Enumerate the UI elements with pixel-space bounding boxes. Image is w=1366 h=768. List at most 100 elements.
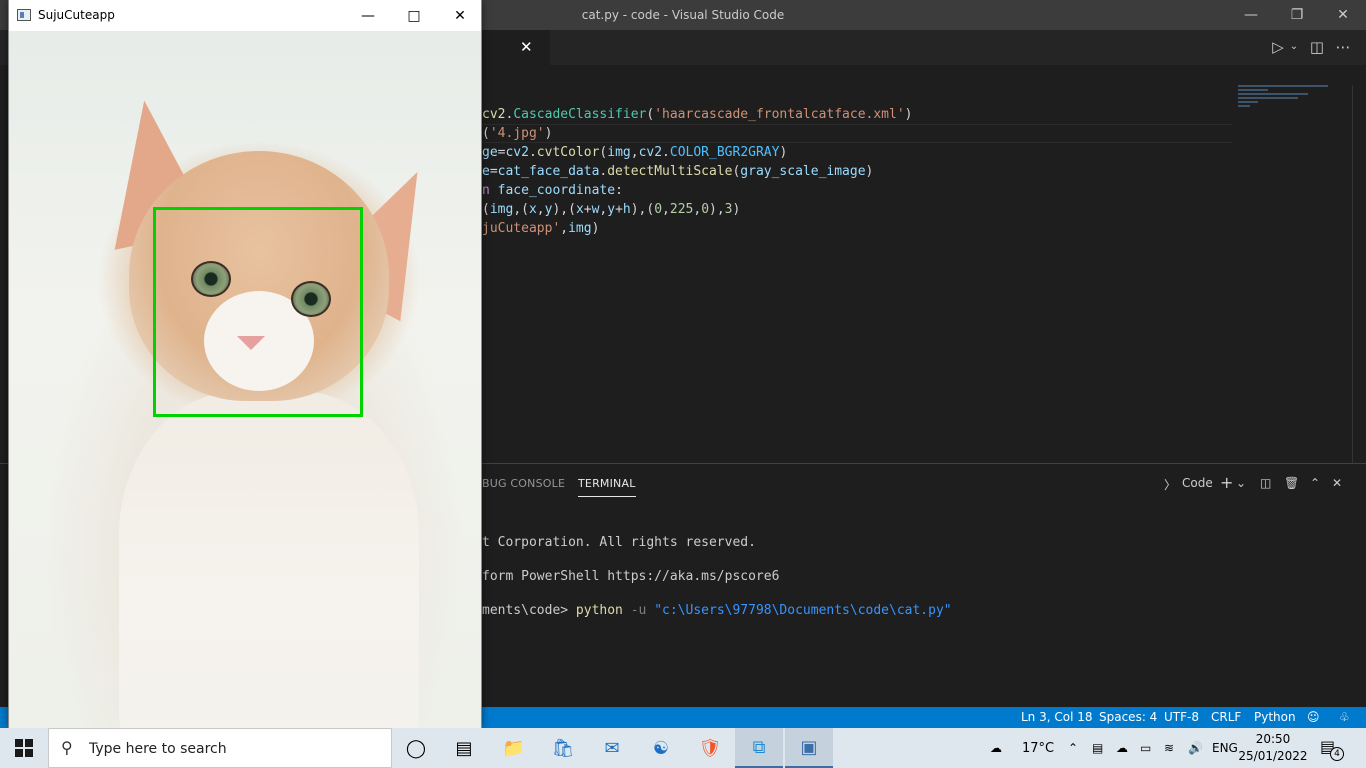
file-explorer-icon[interactable]: 📁 <box>490 728 538 768</box>
battery-icon[interactable]: ▭ <box>1140 728 1151 768</box>
token: img <box>489 202 514 217</box>
token: , <box>693 202 702 217</box>
token: ) <box>732 202 741 217</box>
editor-scrollbar[interactable] <box>1352 85 1366 463</box>
close-icon[interactable]: ✕ <box>437 0 483 31</box>
token: '4.jpg' <box>489 126 545 141</box>
cat-body <box>119 391 419 728</box>
token: face_coordinate <box>497 183 616 198</box>
token: ,( <box>513 202 529 217</box>
brave-browser-icon[interactable]: 🛡 <box>686 728 734 768</box>
opencv-window: SujuCuteapp — □ ✕ <box>8 0 482 728</box>
app-window-icon <box>17 9 31 21</box>
token: -u <box>630 603 647 618</box>
clock-date: 25/01/2022 <box>1238 749 1308 763</box>
device-icon[interactable]: ▤ <box>1092 728 1103 768</box>
token: 0 <box>654 202 663 217</box>
token: , <box>560 221 569 236</box>
run-dropdown-icon[interactable]: ⌄ <box>1284 41 1304 52</box>
indentation[interactable]: Spaces: 4 <box>1099 710 1157 724</box>
token: gray_scale_image <box>740 164 866 179</box>
notification-count: 4 <box>1330 747 1344 761</box>
opencv-titlebar[interactable]: SujuCuteapp — □ ✕ <box>9 0 481 31</box>
search-icon: ⚲ <box>61 738 73 757</box>
token: , <box>630 145 639 160</box>
volume-icon[interactable]: 🔊 <box>1188 728 1203 768</box>
token: . <box>662 145 670 160</box>
token: ments\code> <box>482 603 576 618</box>
more-actions-icon[interactable]: ⋯ <box>1333 38 1353 56</box>
token: "c:\Users\97798\Documents\code\cat.py" <box>654 603 952 618</box>
token: ) <box>591 221 600 236</box>
token: ),( <box>552 202 576 217</box>
token: cv2 <box>482 107 506 122</box>
token: = <box>489 164 498 179</box>
token: 'haarcascade_frontalcatface.xml' <box>654 107 905 122</box>
token: ), <box>709 202 725 217</box>
new-terminal-dropdown-icon[interactable]: ⌄ <box>1236 476 1246 490</box>
line-ending[interactable]: CRLF <box>1211 710 1241 724</box>
notifications-bell-icon[interactable]: ♧ <box>1339 710 1350 724</box>
close-icon[interactable]: ✕ <box>1320 0 1366 30</box>
show-hidden-icons-icon[interactable]: ⌃ <box>1068 728 1078 768</box>
token: COLOR_BGR2GRAY <box>669 145 780 160</box>
tab-terminal[interactable]: TERMINAL <box>578 477 636 497</box>
token: cv2 <box>505 145 529 160</box>
clock[interactable]: 20:50 25/01/2022 <box>1238 731 1308 765</box>
token: ge <box>482 145 498 160</box>
token: , <box>662 202 670 217</box>
maximize-icon[interactable]: □ <box>391 0 437 31</box>
weather-temperature[interactable]: 17°C <box>1022 728 1054 768</box>
close-panel-icon[interactable]: ✕ <box>1332 476 1342 490</box>
clock-time: 20:50 <box>1255 732 1291 746</box>
token: cat_face_data <box>497 164 600 179</box>
terminal-output[interactable]: t Corporation. All rights reserved. form … <box>482 534 952 636</box>
python-taskbar-icon[interactable]: ▣ <box>785 728 833 768</box>
code-line: n face_coordinate: <box>482 181 912 200</box>
token: detectMultiScale <box>607 164 733 179</box>
terminal-line: ments\code> python -u "c:\Users\97798\Do… <box>482 602 952 619</box>
maximize-panel-icon[interactable]: ⌃ <box>1310 476 1320 490</box>
code-line: (img,(x,y),(x+w,y+h),(0,225,0),3) <box>482 200 912 219</box>
token: python <box>575 603 623 618</box>
restore-icon[interactable]: ❐ <box>1274 0 1320 30</box>
search-placeholder: Type here to search <box>89 741 227 757</box>
face-detection-box <box>153 207 363 417</box>
token: ),( <box>630 202 655 217</box>
cat-photo <box>9 31 481 728</box>
tab-debug-console[interactable]: BUG CONSOLE <box>482 477 565 490</box>
feedback-icon[interactable]: ☺ <box>1307 710 1320 724</box>
wifi-icon[interactable]: ≋ <box>1164 728 1174 768</box>
onedrive-icon[interactable]: ☁ <box>1116 728 1128 768</box>
app-icon[interactable]: ☯ <box>637 728 685 768</box>
taskbar-search-box[interactable]: ⚲ Type here to search <box>48 728 392 768</box>
token: + <box>615 202 623 217</box>
terminal-shell-label[interactable]: Code <box>1182 476 1213 490</box>
microsoft-store-icon[interactable]: 🛍 <box>539 728 587 768</box>
minimize-icon[interactable]: — <box>345 0 391 31</box>
code-line: juCuteapp',img) <box>482 219 912 238</box>
split-terminal-icon[interactable]: ◫ <box>1260 476 1271 490</box>
language-mode[interactable]: Python <box>1254 710 1296 724</box>
minimize-icon[interactable]: — <box>1228 0 1274 30</box>
start-button[interactable] <box>0 728 48 768</box>
token: ( <box>482 202 490 217</box>
cursor-position[interactable]: Ln 3, Col 18 <box>1021 710 1093 724</box>
vscode-taskbar-icon[interactable]: ⧉ <box>735 728 783 768</box>
tab-close-icon[interactable]: ✕ <box>520 38 533 56</box>
encoding[interactable]: UTF-8 <box>1164 710 1199 724</box>
weather-icon[interactable]: ☁ <box>990 728 1002 768</box>
split-editor-icon[interactable]: ◫ <box>1307 38 1327 56</box>
code-line: cv2.CascadeClassifier('haarcascade_front… <box>482 105 912 124</box>
minimap[interactable] <box>1238 85 1338 125</box>
input-language[interactable]: ENG <box>1212 728 1238 768</box>
task-view-icon[interactable]: ▤ <box>440 728 488 768</box>
mail-icon[interactable]: ✉ <box>588 728 636 768</box>
kill-terminal-icon[interactable]: 🗑 <box>1284 476 1299 490</box>
new-terminal-icon[interactable]: + <box>1220 473 1233 492</box>
action-center-icon[interactable]: ▤ 4 <box>1320 737 1344 761</box>
desktop-screen: cat.py - code - Visual Studio Code — ❐ ✕… <box>0 0 1366 768</box>
cortana-icon[interactable]: ◯ <box>392 728 440 768</box>
token: x <box>528 202 537 217</box>
